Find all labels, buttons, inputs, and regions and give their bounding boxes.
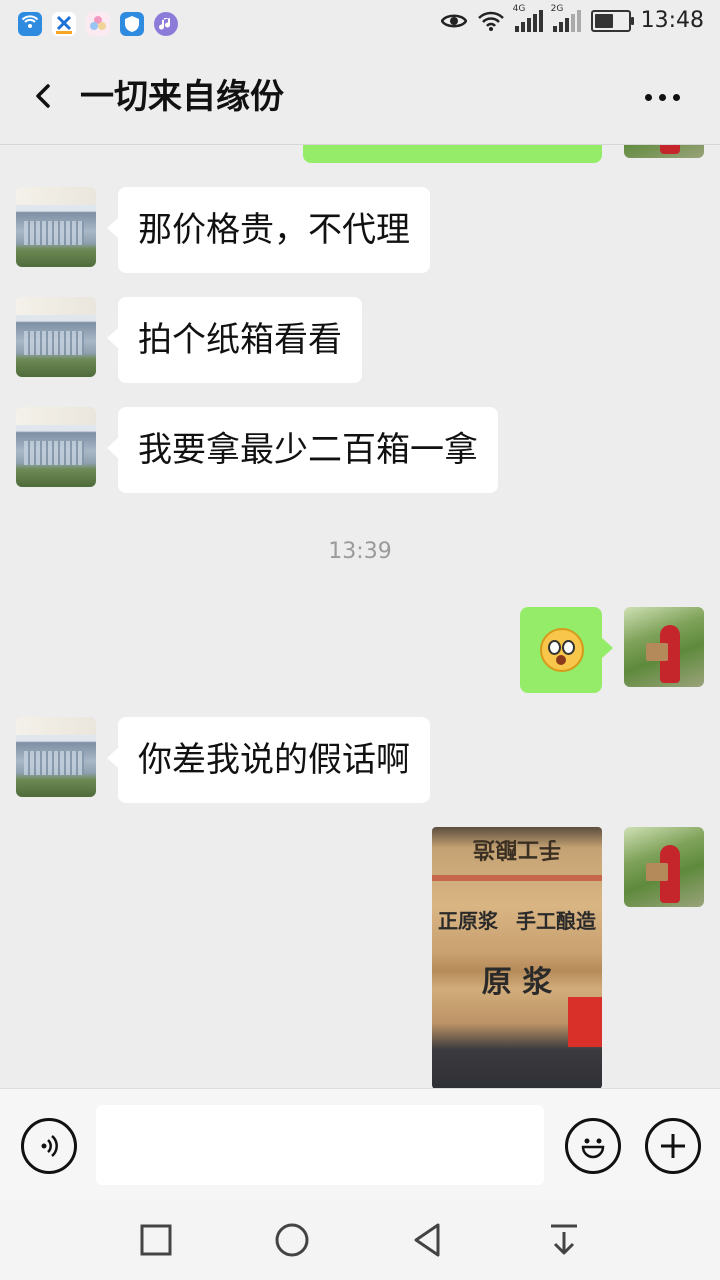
chevron-left-icon (36, 84, 50, 108)
photo-text-label: 正原浆 (438, 909, 498, 933)
status-bar: 4G 2G 13:48 (0, 0, 720, 50)
chat-history[interactable]: 那价格贵，不代理 拍个纸箱看看 我要拿最少二百箱一拿 13:39 你差我说的假话… (0, 145, 720, 1088)
status-time: 13:48 (640, 8, 704, 33)
more-functions-button[interactable] (645, 1118, 701, 1174)
system-navigation-bar (0, 1200, 720, 1280)
photo-text-large: 原 浆 (481, 965, 553, 1000)
my-avatar[interactable] (624, 145, 704, 158)
message-timestamp: 13:39 (328, 539, 392, 564)
contact-avatar[interactable] (16, 187, 96, 267)
my-avatar[interactable] (624, 827, 704, 907)
contact-avatar[interactable] (16, 717, 96, 797)
more-dot (644, 93, 652, 101)
more-options-button[interactable] (632, 80, 692, 114)
emoji-button[interactable] (565, 1118, 621, 1174)
my-avatar[interactable] (624, 607, 704, 687)
app-icon-x (52, 12, 76, 36)
sent-bubble-partial[interactable] (303, 145, 602, 163)
received-message[interactable]: 那价格贵，不代理 (107, 187, 430, 273)
status-left-icons (18, 12, 178, 36)
voice-icon (41, 1135, 58, 1157)
contact-avatar[interactable] (16, 407, 96, 487)
more-dot (658, 93, 666, 101)
home-button[interactable] (272, 1220, 312, 1260)
voice-input-button[interactable] (21, 1118, 77, 1174)
back-button[interactable] (24, 74, 68, 118)
status-right: 4G 2G 13:48 (440, 4, 704, 33)
photo-red-box (568, 997, 602, 1047)
back-nav-button[interactable] (408, 1220, 448, 1260)
shield-icon (120, 12, 144, 36)
chat-header: 一切来自缘份 (0, 50, 720, 145)
smiley-icon (581, 1138, 605, 1159)
chat-title: 一切来自缘份 (80, 77, 284, 117)
signal-4g-icon: 4G (513, 4, 543, 32)
received-message[interactable]: 拍个纸箱看看 (107, 297, 362, 383)
wifi-hotspot-icon (18, 12, 42, 36)
photo-red-line (432, 875, 602, 881)
eye-icon (440, 14, 467, 27)
message-input[interactable] (96, 1105, 544, 1185)
battery-icon (590, 9, 634, 32)
app-icon-flower (86, 12, 110, 36)
emoji-mouth (556, 655, 566, 665)
emoji-eye (548, 640, 561, 655)
notification-pulldown-button[interactable] (544, 1220, 584, 1260)
received-message[interactable]: 我要拿最少二百箱一拿 (107, 407, 498, 493)
recent-apps-button[interactable] (136, 1220, 176, 1260)
sent-image-message[interactable]: 手工酿造 手工酿造 正原浆 原 浆 (432, 827, 602, 1088)
pulldown-icon (551, 1224, 577, 1255)
emoji-eye (562, 640, 575, 655)
received-message[interactable]: 你差我说的假话啊 (107, 717, 430, 803)
signal-2g-icon: 2G (551, 4, 581, 32)
surprised-face-emoji-icon (540, 628, 584, 672)
contact-avatar[interactable] (16, 297, 96, 377)
square-icon (140, 1224, 172, 1256)
photo-text-upside: 手工酿造 (473, 836, 562, 861)
plus-icon (661, 1134, 685, 1158)
input-bar (0, 1088, 720, 1201)
sent-emoji-message[interactable] (520, 607, 613, 693)
triangle-back-icon (414, 1223, 440, 1257)
wifi-icon (477, 11, 504, 31)
music-icon (154, 12, 178, 36)
more-dot (672, 93, 680, 101)
circle-icon (275, 1223, 309, 1257)
